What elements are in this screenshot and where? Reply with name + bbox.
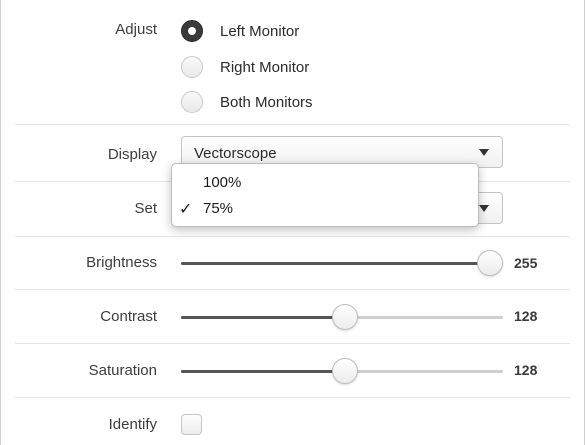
divider	[15, 124, 570, 125]
brightness-slider-track[interactable]	[181, 262, 503, 265]
brightness-slider-fill	[181, 262, 503, 265]
radio-label: Left Monitor	[220, 22, 300, 40]
saturation-value: 128	[514, 362, 538, 378]
radio-label: Both Monitors	[220, 93, 313, 111]
dropdown-item-label: 75%	[203, 200, 234, 217]
brightness-value: 255	[514, 255, 538, 271]
monitor-settings-panel: Adjust Left Monitor Right Monitor Both M…	[0, 0, 585, 445]
contrast-slider-fill	[181, 316, 342, 319]
chevron-down-icon	[479, 205, 489, 212]
radio-right-monitor[interactable]: Right Monitor	[181, 54, 309, 80]
saturation-slider-fill	[181, 370, 342, 373]
radio-button-checked[interactable]	[181, 20, 203, 42]
display-value: Vectorscope	[194, 145, 277, 162]
checkmark-icon: ✓	[179, 201, 193, 218]
brightness-slider-thumb[interactable]	[477, 250, 503, 276]
divider	[15, 289, 570, 290]
dropdown-item-100[interactable]: 100%	[172, 172, 478, 194]
contrast-value: 128	[514, 308, 538, 324]
dropdown-item-75[interactable]: ✓ 75%	[172, 198, 478, 220]
display-label: Display	[107, 146, 157, 163]
set-label: Set	[134, 200, 157, 217]
radio-left-monitor[interactable]: Left Monitor	[181, 18, 299, 44]
radio-button[interactable]	[181, 56, 203, 78]
dropdown-item-label: 100%	[203, 174, 242, 191]
radio-button[interactable]	[181, 91, 203, 113]
contrast-label: Contrast	[100, 308, 157, 325]
divider	[15, 236, 570, 237]
adjust-label: Adjust	[115, 21, 157, 38]
identify-checkbox[interactable]	[181, 414, 202, 435]
brightness-label: Brightness	[86, 254, 157, 271]
radio-label: Right Monitor	[220, 58, 310, 76]
divider	[15, 397, 570, 398]
radio-both-monitors[interactable]: Both Monitors	[181, 89, 313, 115]
saturation-slider-thumb[interactable]	[332, 358, 358, 384]
set-dropdown-menu: 100% ✓ 75%	[171, 163, 479, 227]
identify-label: Identify	[108, 416, 157, 433]
saturation-label: Saturation	[88, 362, 157, 379]
chevron-down-icon	[479, 149, 489, 156]
contrast-slider-thumb[interactable]	[332, 304, 358, 330]
divider	[15, 343, 570, 344]
